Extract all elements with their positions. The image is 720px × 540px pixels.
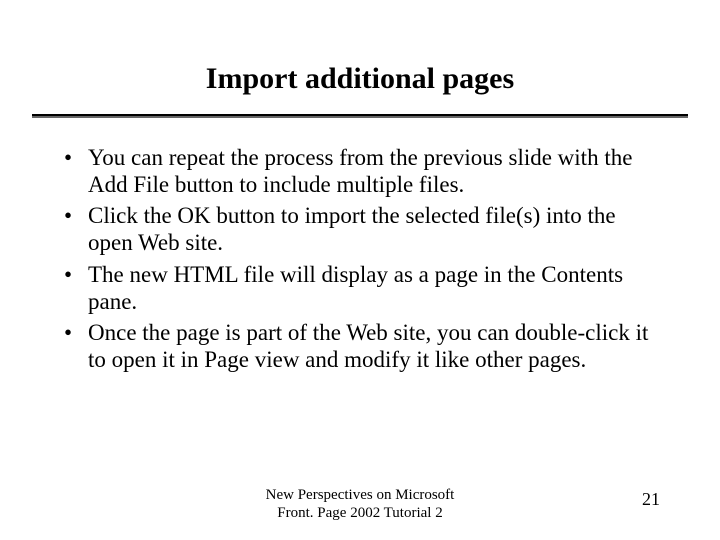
slide-content: You can repeat the process from the prev… (0, 116, 720, 373)
list-item: Once the page is part of the Web site, y… (62, 319, 658, 373)
bullet-list: You can repeat the process from the prev… (62, 144, 658, 373)
page-number: 21 (642, 489, 660, 510)
footer-line-1: New Perspectives on Microsoft (266, 486, 455, 504)
footer-text: New Perspectives on Microsoft Front. Pag… (266, 486, 455, 522)
list-item: The new HTML file will display as a page… (62, 261, 658, 315)
footer: New Perspectives on Microsoft Front. Pag… (0, 486, 720, 522)
list-item: Click the OK button to import the select… (62, 202, 658, 256)
slide-title: Import additional pages (0, 0, 720, 114)
list-item: You can repeat the process from the prev… (62, 144, 658, 198)
footer-line-2: Front. Page 2002 Tutorial 2 (266, 504, 455, 522)
